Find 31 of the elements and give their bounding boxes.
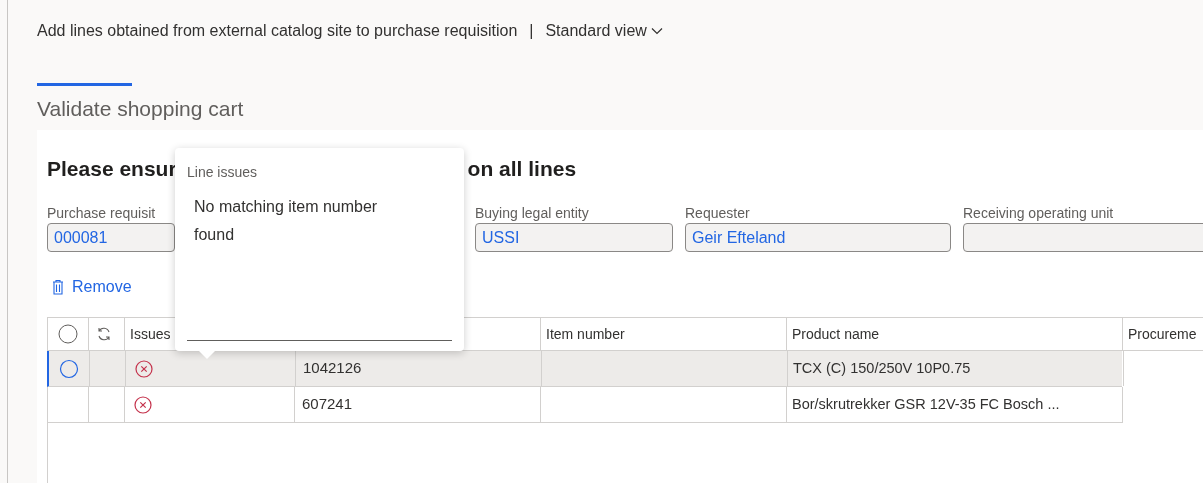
trash-icon <box>52 279 64 295</box>
refresh-icon <box>96 326 112 342</box>
input-field[interactable]: Geir Efteland <box>685 223 951 252</box>
table-row[interactable]: 607241 Bor/skrutrekker GSR 12V-35 FC Bosch ... <box>48 387 1123 423</box>
table-cell: TCX (C) 150/250V 10P0.75 <box>788 351 1124 386</box>
issue-message: No matching item number found <box>194 197 379 245</box>
page-title: Add lines obtained from external catalog site to purchase requisition <box>37 21 518 41</box>
section-heading: on all lines <box>467 156 577 183</box>
row-select-icon[interactable] <box>59 358 79 379</box>
table-cell: 607241 <box>295 387 541 422</box>
column-header[interactable]: Procureme <box>1123 318 1203 350</box>
field-label: Purchase requisit <box>47 204 156 223</box>
field-label: Receiving operating unit <box>963 204 1114 223</box>
field-label: Requester <box>685 204 750 223</box>
section-heading: Please ensur <box>47 156 177 183</box>
step-tab[interactable]: Validate shopping cart <box>37 83 244 130</box>
table-row[interactable]: 1042126 TCX (C) 150/250V 10P0.75 <box>47 351 1122 387</box>
view-selector[interactable]: Standard view <box>545 19 663 43</box>
table-cell: Bor/skrutrekker GSR 12V-35 FC Bosch ... <box>787 387 1123 422</box>
remove-button[interactable]: Remove <box>52 275 1203 299</box>
input-field[interactable]: 000081 <box>47 223 175 252</box>
select-all-icon <box>58 324 78 344</box>
input-field[interactable] <box>963 223 1203 252</box>
field-label: Buying legal entity <box>475 204 589 223</box>
chevron-down-icon <box>650 27 663 35</box>
column-header[interactable]: Product name <box>787 318 1123 350</box>
popup-title: Line issues <box>187 163 259 182</box>
title-separator: | <box>529 21 534 41</box>
input-field[interactable] <box>187 337 452 341</box>
column-header[interactable]: Item number <box>541 318 787 350</box>
input-field[interactable]: USSI <box>475 223 673 252</box>
